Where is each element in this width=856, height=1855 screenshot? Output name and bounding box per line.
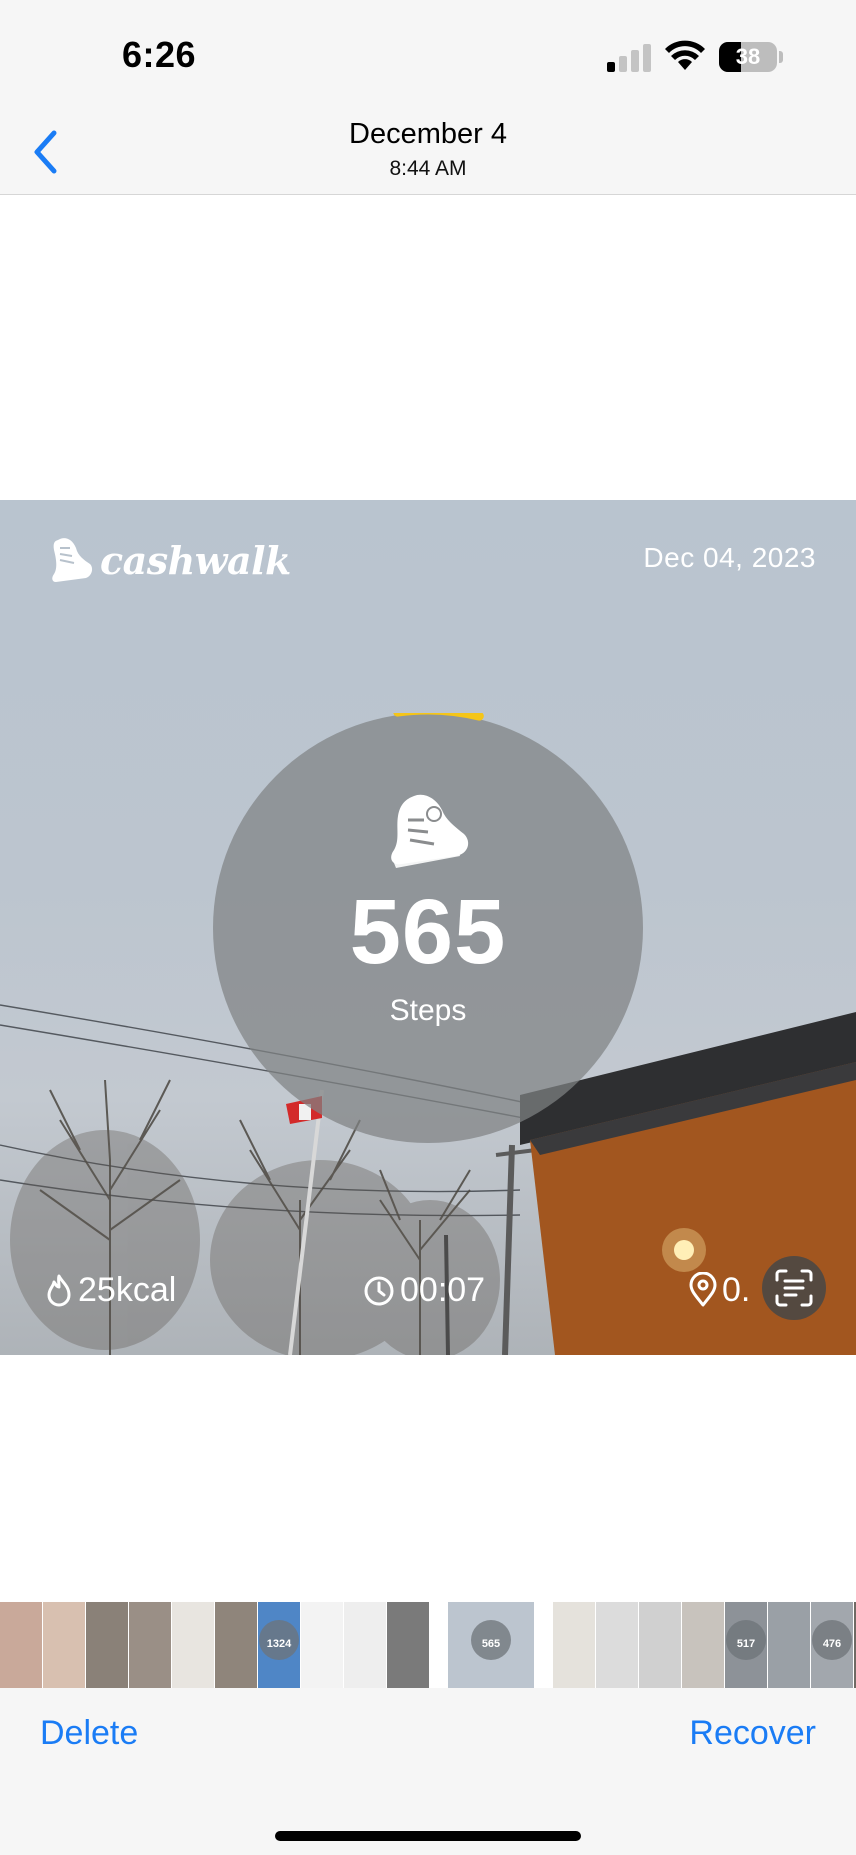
thumbnail-step-count: 517 [736,1638,756,1650]
thumbnail[interactable] [639,1602,681,1688]
thumbnail-step-count: 476 [822,1638,842,1650]
brand-name: cashwalk [100,537,291,583]
delete-button[interactable]: Delete [40,1714,138,1753]
steps-label: Steps [389,994,467,1027]
photo-date: Dec 04, 2023 [643,542,816,573]
calories-value: 25kcal [78,1270,177,1309]
thumbnail[interactable] [553,1602,595,1688]
status-bar: 6:26 38 [0,0,856,110]
thumbnail[interactable]: 517 [725,1602,767,1688]
battery-icon: 38 [719,42,777,72]
shoe-icon [52,538,93,582]
distance-value: 0. [722,1270,751,1309]
distance-stat: 0. [688,1268,760,1312]
wifi-icon [665,40,705,70]
thumbnail[interactable] [172,1602,214,1688]
step-count: 565 [349,881,507,983]
thumbnail[interactable] [387,1602,429,1688]
location-pin-icon [689,1272,717,1307]
navigation-bar: December 4 8:44 AM [0,110,856,195]
battery-cap [779,51,783,63]
status-time: 6:26 [122,34,197,75]
thumbnail-strip[interactable]: 1324 565 517 476 [0,1602,856,1688]
duration-stat: 00:07 [362,1268,485,1312]
home-indicator [275,1831,581,1841]
thumbnail[interactable]: 476 [811,1602,853,1688]
thumbnail-current[interactable]: 565 [448,1602,534,1688]
thumbnail[interactable] [0,1602,42,1688]
thumbnail[interactable] [301,1602,343,1688]
thumbnail[interactable] [86,1602,128,1688]
flame-icon [47,1274,71,1307]
nav-title: December 4 [349,118,507,150]
thumbnail[interactable] [768,1602,810,1688]
brand-logo: cashwalk [50,532,291,588]
thumbnail[interactable] [682,1602,724,1688]
battery-percent: 38 [735,44,761,69]
cellular-signal-icon [607,44,653,72]
photo-viewer[interactable]: cashwalk Dec 04, 2023 565 Steps 25kcal 0… [0,500,856,1355]
clock-icon [364,1276,394,1306]
live-text-button[interactable] [762,1256,826,1320]
recover-button[interactable]: Recover [689,1714,816,1753]
thumbnail[interactable]: 1324 [258,1602,300,1688]
calories-stat: 25kcal [44,1268,176,1312]
duration-value: 00:07 [400,1270,486,1309]
sneaker-icon [391,794,469,868]
thumbnail[interactable] [596,1602,638,1688]
nav-subtitle: 8:44 AM [389,157,467,180]
thumbnail-step-count: 1324 [266,1638,292,1650]
thumbnail[interactable] [215,1602,257,1688]
live-text-icon [775,1269,813,1307]
thumbnail[interactable] [43,1602,85,1688]
thumbnail[interactable] [129,1602,171,1688]
bottom-toolbar: Delete Recover [0,1688,856,1855]
thumbnail-step-count: 565 [481,1638,501,1650]
thumbnail[interactable] [344,1602,386,1688]
